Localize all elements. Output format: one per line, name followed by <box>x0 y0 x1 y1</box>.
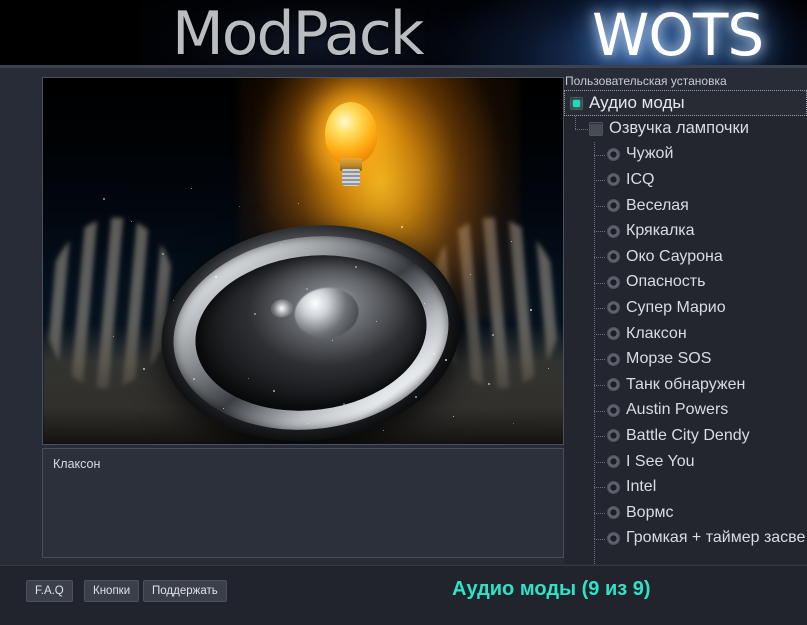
radio-unselected-icon[interactable] <box>607 250 620 263</box>
radio-unselected-icon[interactable] <box>607 404 620 417</box>
mod-tree-panel[interactable]: Аудио моды Озвучка лампочки Чужой ICQ Весела… <box>564 90 807 564</box>
radio-unselected-icon[interactable] <box>607 225 620 238</box>
tree-connector-line <box>594 231 606 232</box>
tree-connector-line <box>594 334 606 335</box>
logo-modpack-text: ModPack <box>172 0 423 68</box>
tree-connector-line <box>594 359 606 360</box>
tree-item-audio-mods-root[interactable]: Аудио моды <box>564 90 807 116</box>
radio-unselected-icon[interactable] <box>607 506 620 519</box>
tree-item-label: Веселая <box>626 197 689 215</box>
tree-item-label: Супер Марио <box>626 299 726 317</box>
tree-connector-line <box>575 129 588 130</box>
support-button[interactable]: Поддержать <box>143 580 227 602</box>
tree-connector-line <box>594 257 606 258</box>
tree-item-label: Око Саурона <box>626 248 723 266</box>
tree-panel-label: Пользовательская установка <box>565 74 727 88</box>
tree-connector-line <box>594 308 606 309</box>
tree-item-label: Опасность <box>626 273 705 291</box>
tree-connector-line <box>594 206 606 207</box>
mod-description-text: Клаксон <box>43 449 563 479</box>
tree-connector-line <box>594 487 606 488</box>
mod-preview-image <box>42 77 564 445</box>
radio-unselected-icon[interactable] <box>607 301 620 314</box>
tree-item-label: Танк обнаружен <box>626 376 745 394</box>
checkbox-checked-icon[interactable] <box>570 97 583 110</box>
tree-connector-line <box>594 155 606 156</box>
tree-connector-line <box>594 142 595 539</box>
tree-connector-line <box>575 116 576 129</box>
checkbox-unchecked-icon[interactable] <box>589 122 603 136</box>
tree-connector-line <box>594 180 606 181</box>
tree-item-label: I See You <box>626 453 695 471</box>
tree-item-label: Austin Powers <box>626 401 728 419</box>
tree-item-label: Клаксон <box>626 325 687 343</box>
radio-unselected-icon[interactable] <box>607 481 620 494</box>
tree-item-label: Громкая + таймер засве <box>626 529 805 547</box>
radio-unselected-icon[interactable] <box>607 378 620 391</box>
tree-item-label: Крякалка <box>626 222 695 240</box>
tree-item-label: ICQ <box>626 171 654 189</box>
main-content-area: Клаксон Пользовательская установка Аудио… <box>0 68 807 625</box>
radio-unselected-icon[interactable] <box>607 353 620 366</box>
logo-wots-text: WOTS <box>592 1 763 68</box>
radio-unselected-icon[interactable] <box>607 148 620 161</box>
tree-connector-line <box>594 411 606 412</box>
tree-item-label: Озвучка лампочки <box>609 119 749 138</box>
radio-unselected-icon[interactable] <box>607 429 620 442</box>
status-counter-text: Аудио моды (9 из 9) <box>452 578 651 601</box>
tree-connector-line <box>594 462 606 463</box>
tree-connector-line <box>594 283 606 284</box>
tree-connector-line <box>594 385 606 386</box>
tree-item-label: Battle City Dendy <box>626 427 750 445</box>
tree-connector-line <box>594 513 606 514</box>
footer-bar: F.A.Q Кнопки Поддержать Аудио моды (9 из… <box>0 565 807 625</box>
tree-connector-line <box>594 436 606 437</box>
tree-item-label: Вормс <box>626 504 673 522</box>
radio-unselected-icon[interactable] <box>607 327 620 340</box>
tree-item-label: Аудио моды <box>589 93 685 113</box>
tree-item-label: Морзе SOS <box>626 350 711 368</box>
tree-item-label: Intel <box>626 478 656 496</box>
tree-connector-line <box>594 539 595 564</box>
radio-unselected-icon[interactable] <box>607 173 620 186</box>
tree-connector-line <box>594 539 606 540</box>
preview-particles <box>43 78 563 444</box>
mod-description-box: Клаксон <box>42 448 564 558</box>
radio-unselected-icon[interactable] <box>607 276 620 289</box>
radio-unselected-icon[interactable] <box>607 455 620 468</box>
banner-left-fill <box>0 0 110 68</box>
faq-button[interactable]: F.A.Q <box>26 580 73 602</box>
tree-item-label: Чужой <box>626 145 673 163</box>
radio-unselected-icon[interactable] <box>607 199 620 212</box>
buttons-button[interactable]: Кнопки <box>84 580 139 602</box>
app-header-banner: ModPack WOTS <box>0 0 807 68</box>
radio-unselected-icon[interactable] <box>607 532 620 545</box>
tree-item-group-bulb-sound[interactable]: Озвучка лампочки <box>564 116 807 142</box>
